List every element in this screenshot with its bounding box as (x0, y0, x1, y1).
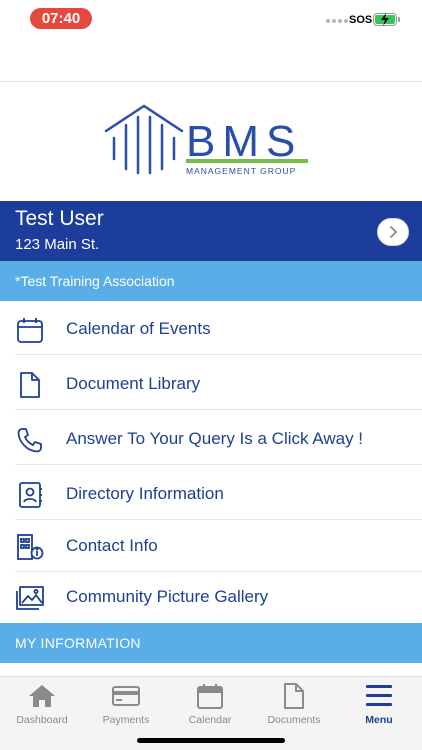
directory-icon (15, 480, 45, 510)
logo-tagline: MANAGEMENT GROUP (186, 166, 297, 176)
tab-label: Dashboard (16, 714, 68, 726)
user-banner[interactable]: Test User 123 Main St. (0, 201, 422, 261)
header-divider (0, 81, 422, 82)
home-icon (0, 681, 84, 711)
carrier-label: SOS (349, 14, 373, 26)
home-indicator[interactable] (137, 738, 285, 743)
section-title: MY INFORMATION (15, 635, 141, 651)
tab-menu[interactable]: Menu (337, 681, 421, 731)
hamburger-menu-icon (337, 681, 421, 711)
document-icon (15, 370, 45, 400)
bms-logo: BMS MANAGEMENT GROUP (104, 103, 314, 179)
user-name: Test User (15, 207, 104, 230)
status-bar: 07:40 SOS (0, 0, 422, 40)
credit-card-icon (84, 681, 168, 711)
building-info-icon (15, 532, 45, 562)
tab-label: Payments (102, 714, 150, 726)
menu-item-label: Contact Info (66, 536, 158, 555)
tab-payments[interactable]: Payments (84, 681, 168, 731)
battery-icon (373, 13, 397, 26)
association-bar[interactable]: *Test Training Association (0, 261, 422, 301)
menu-item-document-library[interactable]: Document Library (0, 358, 422, 410)
menu-item-label: Calendar of Events (66, 319, 211, 338)
signal-icon (326, 19, 348, 23)
gallery-icon (15, 583, 45, 613)
menu-item-label: Directory Information (66, 484, 224, 503)
menu-item-contact-info[interactable]: Contact Info (0, 520, 422, 572)
chevron-right-icon[interactable] (377, 218, 409, 246)
menu-item-label: Community Picture Gallery (66, 587, 269, 606)
tab-calendar[interactable]: Calendar (168, 681, 252, 731)
menu-item-community-picture-gallery[interactable]: Community Picture Gallery (0, 571, 422, 623)
tab-label: Menu (365, 714, 393, 726)
calendar-icon (15, 315, 45, 345)
tab-documents[interactable]: Documents (252, 681, 336, 731)
section-header-my-information[interactable]: MY INFORMATION (0, 623, 422, 663)
tab-label: Documents (267, 714, 321, 726)
building-logo-icon (104, 104, 184, 175)
status-time: 07:40 (30, 8, 92, 29)
logo-underline (186, 159, 308, 163)
menu-item-label: Document Library (66, 374, 201, 393)
tab-label: Calendar (188, 714, 232, 726)
menu-item-directory-information[interactable]: Directory Information (0, 468, 422, 520)
phone-icon (15, 425, 45, 455)
menu-item-calendar-of-events[interactable]: Calendar of Events (0, 303, 422, 355)
menu-item-label: Answer To Your Query Is a Click Away ! (66, 429, 364, 448)
tab-dashboard[interactable]: Dashboard (0, 681, 84, 731)
menu-item-answer-query[interactable]: Answer To Your Query Is a Click Away ! (0, 413, 422, 465)
document-icon (252, 681, 336, 711)
calendar-icon (168, 681, 252, 711)
user-address: 123 Main St. (15, 236, 100, 253)
association-name: *Test Training Association (15, 273, 175, 289)
